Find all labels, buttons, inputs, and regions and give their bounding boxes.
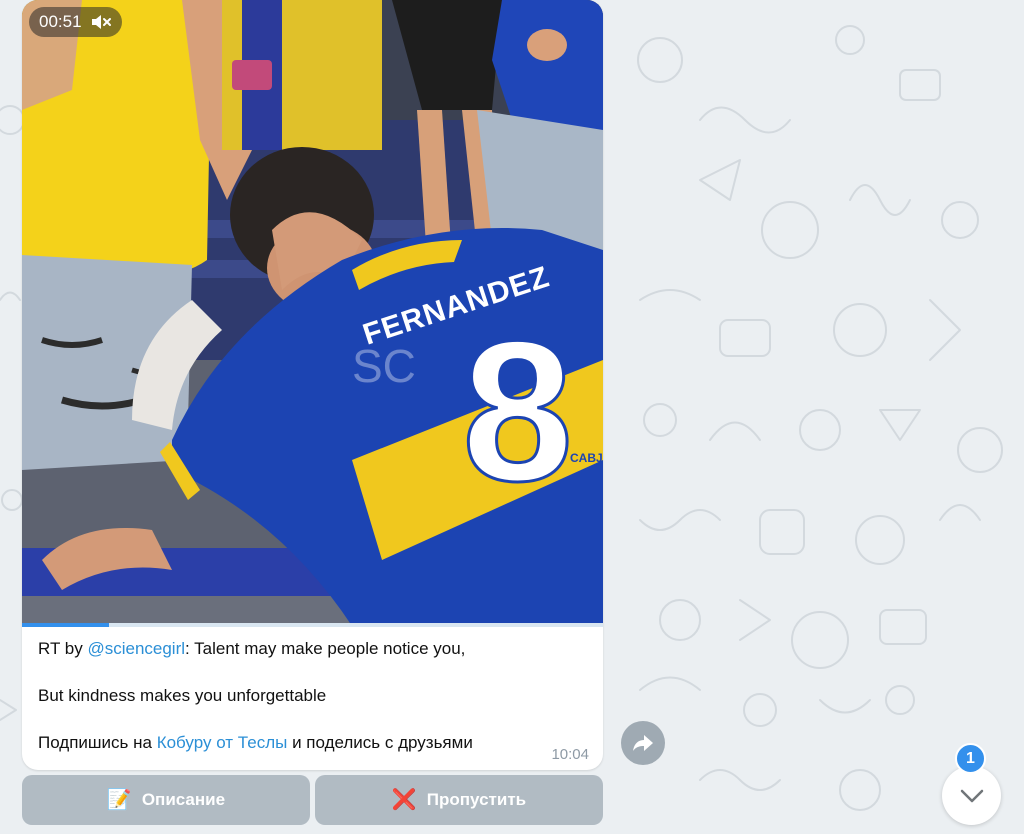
message-caption: RT by @sciencegirl: Talent may make peop… [38,638,593,754]
video-watermark: SC [352,340,416,392]
mention-link[interactable]: @sciencegirl [87,639,185,658]
share-arrow-icon [633,735,653,751]
skip-button[interactable]: ❌ Пропустить [315,775,603,825]
caption-prefix: RT by [38,639,88,658]
jersey-number: 8 [462,300,573,523]
channel-link[interactable]: Кобуру от Теслы [157,733,288,752]
cross-mark-icon: ❌ [391,789,417,811]
jersey-small-text: CABJ [570,451,603,465]
speaker-muted-icon[interactable] [90,13,112,31]
caption-line-1-rest: : Talent may make people notice you, [185,639,466,658]
video-player[interactable]: 8 CABJ FERNANDEZ SC 00:51 [22,0,603,626]
caption-line-2: But kindness makes you unforgettable [38,686,327,705]
message-bubble: 8 CABJ FERNANDEZ SC 00:51 RT by @science… [22,0,603,770]
share-button[interactable] [621,721,665,765]
video-duration-badge[interactable]: 00:51 [29,7,122,37]
skip-button-label: Пропустить [426,790,527,809]
scroll-down-button[interactable] [942,766,1001,825]
memo-icon: 📝 [106,789,132,811]
chevron-down-icon [960,789,983,802]
video-frame: 8 CABJ FERNANDEZ SC [22,0,603,626]
caption-line-1: RT by @sciencegirl: Talent may make peop… [38,638,593,660]
video-progress-bar[interactable] [22,623,603,627]
caption-line-3: Подпишись на Кобуру от Теслы и поделись … [38,732,593,754]
caption-line-3-prefix: Подпишись на [38,733,157,752]
video-progress-fill [22,623,110,627]
unread-count-badge: 1 [955,743,986,774]
caption-line-3-suffix: и поделись с друзьями [287,733,473,752]
message-time: 10:04 [551,746,589,763]
video-duration: 00:51 [39,12,82,31]
description-button[interactable]: 📝 Описание [22,775,310,825]
description-button-label: Описание [141,790,226,809]
